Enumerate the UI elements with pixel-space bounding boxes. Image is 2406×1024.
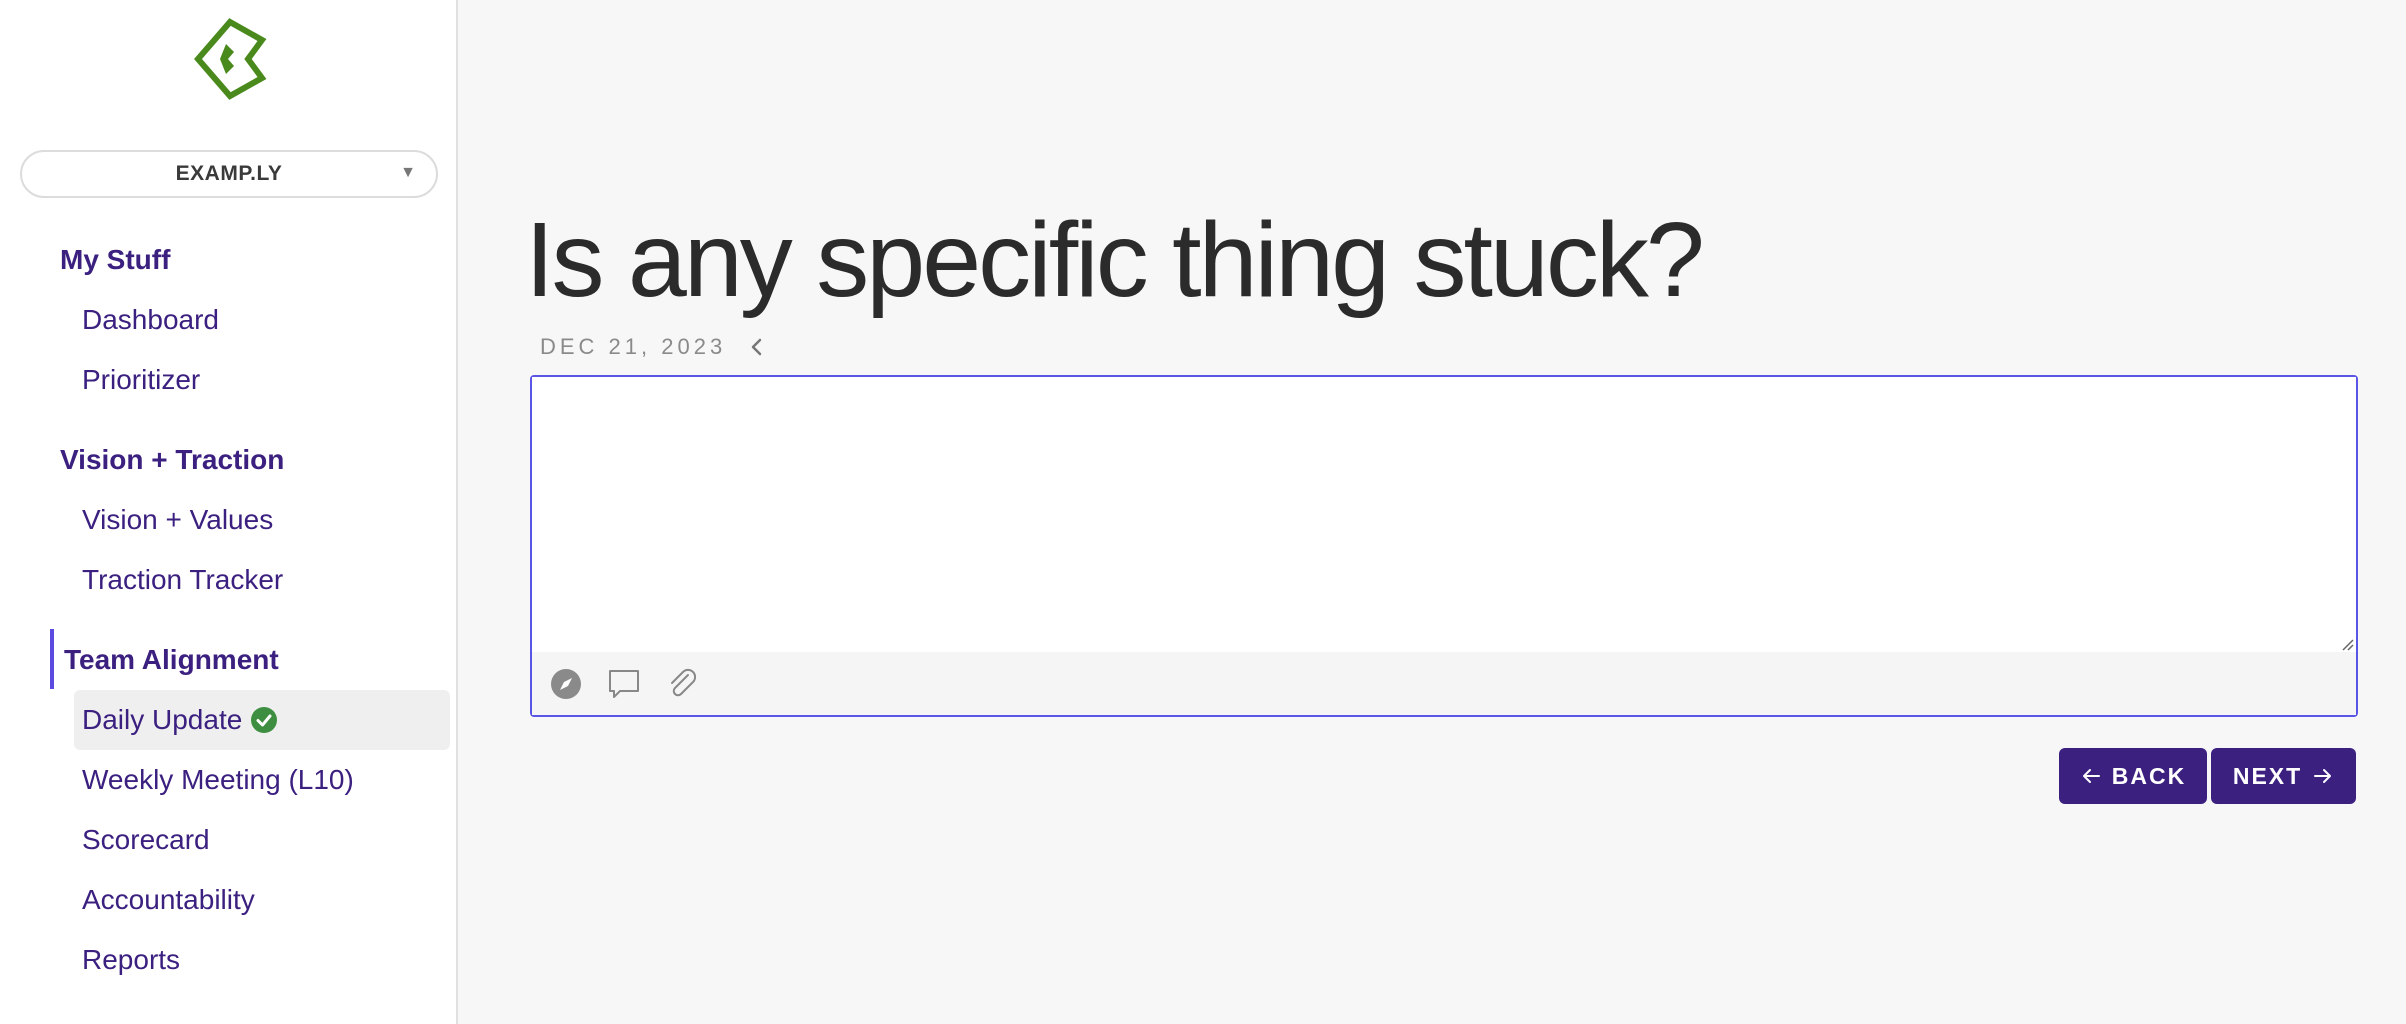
next-label: NEXT: [2232, 762, 2303, 789]
logo-icon[interactable]: [190, 18, 270, 100]
sidebar-item-weekly-meeting[interactable]: Weekly Meeting (L10): [74, 750, 450, 810]
arrow-right-icon: [2314, 769, 2332, 783]
page-title: Is any specific thing stuck?: [525, 201, 1705, 319]
entry-date: DEC 21, 2023: [540, 334, 727, 359]
org-name: EXAMP.LY: [175, 162, 283, 185]
compass-icon[interactable]: [548, 666, 584, 702]
paperclip-icon[interactable]: [664, 666, 700, 702]
section-my-stuff: My Stuff: [60, 244, 171, 275]
sidebar-item-dashboard[interactable]: Dashboard: [74, 290, 450, 350]
check-circle-icon: [251, 707, 278, 733]
section-team-alignment: Team Alignment: [64, 644, 279, 675]
update-editor: [530, 375, 2358, 717]
sidebar-item-reports[interactable]: Reports: [74, 930, 450, 990]
arrow-left-icon: [2082, 769, 2100, 783]
sidebar: EXAMP.LY ▼ My Stuff Dashboard Prioritize…: [0, 0, 458, 1024]
update-textarea[interactable]: [532, 377, 2356, 652]
next-button[interactable]: NEXT: [2211, 748, 2356, 804]
sidebar-item-traction-tracker[interactable]: Traction Tracker: [74, 550, 450, 610]
section-vision-traction: Vision + Traction: [60, 444, 285, 475]
back-label: BACK: [2111, 762, 2187, 789]
date-row: DEC 21, 2023: [540, 334, 768, 360]
sidebar-item-daily-update[interactable]: Daily Update: [74, 690, 450, 750]
sidebar-item-accountability[interactable]: Accountability: [74, 870, 450, 930]
editor-toolbar: [532, 652, 2356, 715]
resize-handle-icon[interactable]: [2338, 635, 2354, 651]
sidebar-item-prioritizer[interactable]: Prioritizer: [74, 350, 450, 410]
sidebar-item-label: Daily Update: [82, 704, 243, 735]
comment-icon[interactable]: [606, 666, 642, 702]
org-selector[interactable]: EXAMP.LY ▼: [20, 150, 438, 198]
chevron-left-icon[interactable]: [746, 336, 768, 358]
active-section-indicator: [50, 629, 54, 689]
chevron-down-icon: ▼: [400, 164, 416, 181]
back-button[interactable]: BACK: [2059, 748, 2207, 804]
sidebar-item-scorecard[interactable]: Scorecard: [74, 810, 450, 870]
sidebar-item-vision-values[interactable]: Vision + Values: [74, 490, 450, 550]
